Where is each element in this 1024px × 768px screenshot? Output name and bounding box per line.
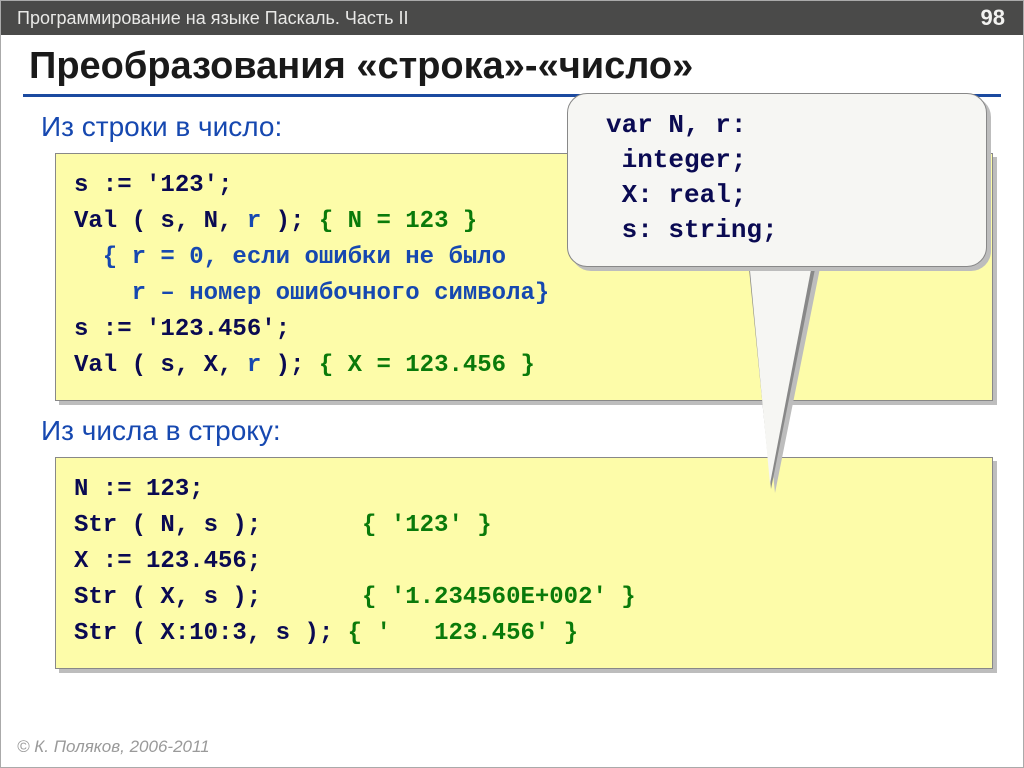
code-comment: { N = 123 } bbox=[319, 208, 477, 235]
callout-line: X: real; bbox=[606, 180, 746, 210]
code-text: '123.456' bbox=[146, 316, 276, 343]
course-title: Программирование на языке Паскаль. Часть… bbox=[17, 8, 408, 29]
code-text: Str ( X, s ); bbox=[74, 584, 362, 611]
code-text: Str ( N, s ); bbox=[74, 512, 362, 539]
code-text: Str ( X:10:3, s ); bbox=[74, 620, 348, 647]
code-comment: – номер ошибочного символа} bbox=[146, 280, 549, 307]
code-text: s := bbox=[74, 172, 146, 199]
code-comment: { ' 123.456' } bbox=[348, 620, 578, 647]
code-text: ; bbox=[276, 316, 290, 343]
code-comment: r = 0 bbox=[132, 244, 204, 271]
slide-title: Преобразования «строка»-«число» bbox=[1, 35, 1023, 88]
topbar: Программирование на языке Паскаль. Часть… bbox=[1, 1, 1023, 35]
code-comment: r bbox=[132, 280, 146, 307]
code-text: ; bbox=[247, 548, 261, 575]
code-comment bbox=[74, 280, 132, 307]
code-text: ; bbox=[189, 476, 203, 503]
code-text: '123' bbox=[146, 172, 218, 199]
code-comment: { '1.234560E+002' } bbox=[362, 584, 636, 611]
code-text: Val ( s, N, bbox=[74, 208, 247, 235]
section-label-2: Из числа в строку: bbox=[1, 401, 1023, 453]
code-text: ); bbox=[261, 208, 319, 235]
code-comment: { bbox=[74, 244, 132, 271]
code-text: Val ( s, X, bbox=[74, 352, 247, 379]
code-text: r bbox=[247, 352, 261, 379]
callout-line: var N, r: bbox=[606, 110, 746, 140]
var-callout: var N, r: integer; X: real; s: string; bbox=[567, 93, 987, 267]
callout-line: s: string; bbox=[606, 215, 778, 245]
page-number: 98 bbox=[981, 5, 1005, 31]
code-comment: { '123' } bbox=[362, 512, 492, 539]
callout-line: integer; bbox=[606, 145, 746, 175]
code-text: ; bbox=[218, 172, 232, 199]
code-text: r bbox=[247, 208, 261, 235]
code-box-2: N := 123; Str ( N, s ); { '123' } X := 1… bbox=[55, 457, 993, 669]
code-text: N := bbox=[74, 476, 146, 503]
slide: Программирование на языке Паскаль. Часть… bbox=[0, 0, 1024, 768]
code-text: 123 bbox=[146, 476, 189, 503]
code-text: s := bbox=[74, 316, 146, 343]
code-comment: { X = 123.456 } bbox=[319, 352, 535, 379]
code-text: 123.456 bbox=[146, 548, 247, 575]
footer-copyright: © К. Поляков, 2006-2011 bbox=[17, 737, 210, 757]
code-text: X := bbox=[74, 548, 146, 575]
code-text: ); bbox=[261, 352, 319, 379]
code-comment: , если ошибки не было bbox=[204, 244, 506, 271]
